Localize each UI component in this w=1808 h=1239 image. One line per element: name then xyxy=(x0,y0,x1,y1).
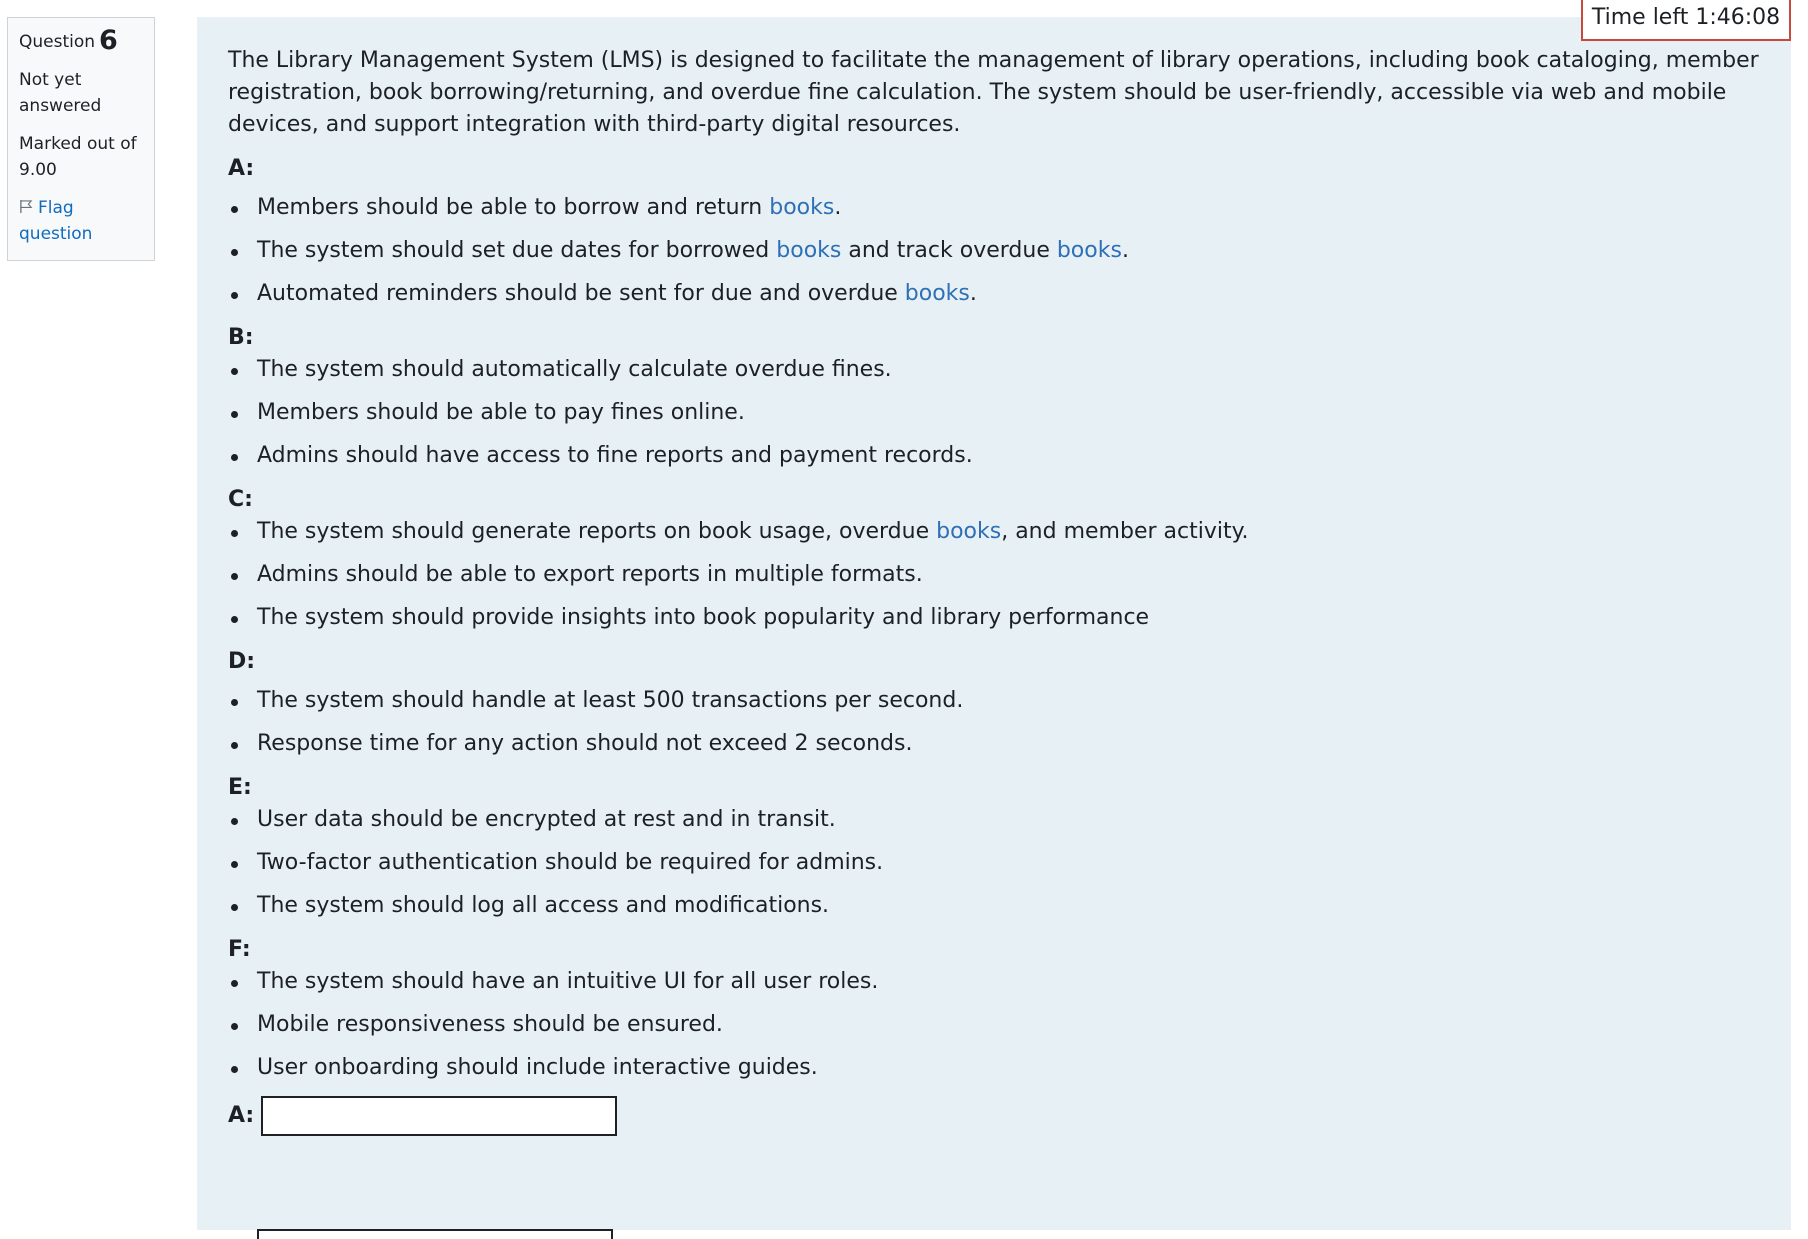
requirement-text: The system should set due dates for borr… xyxy=(257,238,777,263)
question-status: Not yet answered xyxy=(19,70,102,116)
requirement-item: Admins should be able to export reports … xyxy=(228,559,1761,591)
requirement-text: The system should provide insights into … xyxy=(257,605,1150,630)
answer-input-b-partial[interactable] xyxy=(257,1229,613,1239)
section-b: B: The system should automatically calcul… xyxy=(228,322,1761,472)
requirement-item: The system should provide insights into … xyxy=(228,602,1761,634)
section-e: E: User data should be encrypted at rest … xyxy=(228,772,1761,922)
section-label: C: xyxy=(228,487,253,512)
answer-row-a: A: xyxy=(228,1096,1761,1136)
requirement-text: The system should generate reports on bo… xyxy=(257,519,937,544)
question-content: The Library Management System (LMS) is d… xyxy=(197,17,1791,1239)
requirement-text: . xyxy=(1121,238,1129,263)
requirement-item: The system should log all access and mod… xyxy=(228,890,1761,922)
requirement-list: The system should have an intuitive UI f… xyxy=(228,966,1761,1084)
question-intro: The Library Management System (LMS) is d… xyxy=(228,48,1759,137)
requirement-item: Automated reminders should be sent for d… xyxy=(228,278,1761,310)
requirement-item: The system should generate reports on bo… xyxy=(228,516,1761,548)
requirement-text: Members should be able to borrow and ret… xyxy=(257,195,770,220)
glossary-link-books[interactable]: books xyxy=(936,519,1001,544)
time-left-timer: Time left 1:46:08 xyxy=(1581,0,1791,41)
requirement-text: Admins should be able to export reports … xyxy=(257,562,923,587)
requirement-item: Mobile responsiveness should be ensured. xyxy=(228,1009,1761,1041)
answer-input-a[interactable] xyxy=(261,1096,618,1136)
requirement-list: The system should automatically calculat… xyxy=(228,354,1761,472)
requirement-item: Admins should have access to fine report… xyxy=(228,440,1761,472)
requirement-text: and track overdue xyxy=(841,238,1057,263)
section-c: C: The system should generate reports on … xyxy=(228,484,1761,634)
requirement-text: . xyxy=(834,195,842,220)
section-label: B: xyxy=(228,325,254,350)
requirement-text: Two-factor authentication should be requ… xyxy=(257,850,884,875)
requirement-item: User onboarding should include interacti… xyxy=(228,1052,1761,1084)
requirement-item: The system should automatically calculat… xyxy=(228,354,1761,386)
requirement-text: The system should automatically calculat… xyxy=(257,357,892,382)
glossary-link-books[interactable]: books xyxy=(776,238,841,263)
requirement-text: Mobile responsiveness should be ensured. xyxy=(257,1012,723,1037)
section-d: D: The system should handle at least 500 … xyxy=(228,646,1761,760)
requirement-item: The system should set due dates for borr… xyxy=(228,235,1761,267)
requirement-list: The system should generate reports on bo… xyxy=(228,516,1761,634)
requirement-text: User onboarding should include interacti… xyxy=(257,1055,818,1080)
requirement-item: Members should be able to pay fines onli… xyxy=(228,397,1761,429)
section-label: E: xyxy=(228,775,252,800)
requirement-text: Automated reminders should be sent for d… xyxy=(257,281,905,306)
section-label: F: xyxy=(228,937,251,962)
requirement-item: Response time for any action should not … xyxy=(228,728,1761,760)
requirement-text: Admins should have access to fine report… xyxy=(257,443,973,468)
requirement-text: . xyxy=(969,281,977,306)
glossary-link-books[interactable]: books xyxy=(905,281,970,306)
question-info-panel: Question 6 Not yet answered Marked out of… xyxy=(7,17,155,261)
section-label: D: xyxy=(228,649,256,674)
requirement-item: Members should be able to borrow and ret… xyxy=(228,192,1761,224)
requirement-text: User data should be encrypted at rest an… xyxy=(257,807,836,832)
section-f: F: The system should have an intuitive UI… xyxy=(228,934,1761,1084)
requirement-item: The system should handle at least 500 tr… xyxy=(228,685,1761,717)
section-label: A: xyxy=(228,156,255,181)
flag-question-link[interactable]: Flag question xyxy=(19,195,144,247)
requirement-text: The system should handle at least 500 tr… xyxy=(257,688,964,713)
requirement-list: Members should be able to borrow and ret… xyxy=(228,192,1761,310)
answer-label: A: xyxy=(228,1103,255,1128)
requirement-list: User data should be encrypted at rest an… xyxy=(228,804,1761,922)
question-number: 6 xyxy=(99,25,118,56)
requirement-text: Response time for any action should not … xyxy=(257,731,913,756)
requirement-sections: A: Members should be able to borrow and r… xyxy=(228,153,1761,1084)
requirement-list: The system should handle at least 500 tr… xyxy=(228,685,1761,760)
question-label: Question xyxy=(19,32,96,52)
question-marks: Marked out of 9.00 xyxy=(19,134,137,180)
requirement-item: User data should be encrypted at rest an… xyxy=(228,804,1761,836)
glossary-link-books[interactable]: books xyxy=(1057,238,1122,263)
section-a: A: Members should be able to borrow and r… xyxy=(228,153,1761,310)
requirement-text: The system should log all access and mod… xyxy=(257,893,830,918)
requirement-text: The system should have an intuitive UI f… xyxy=(257,969,879,994)
requirement-item: The system should have an intuitive UI f… xyxy=(228,966,1761,998)
requirement-text: , and member activity. xyxy=(1001,519,1249,544)
requirement-item: Two-factor authentication should be requ… xyxy=(228,847,1761,879)
glossary-link-books[interactable]: books xyxy=(769,195,834,220)
flag-icon xyxy=(20,199,33,214)
requirement-text: Members should be able to pay fines onli… xyxy=(257,400,745,425)
question-number-row: Question 6 xyxy=(19,26,144,55)
